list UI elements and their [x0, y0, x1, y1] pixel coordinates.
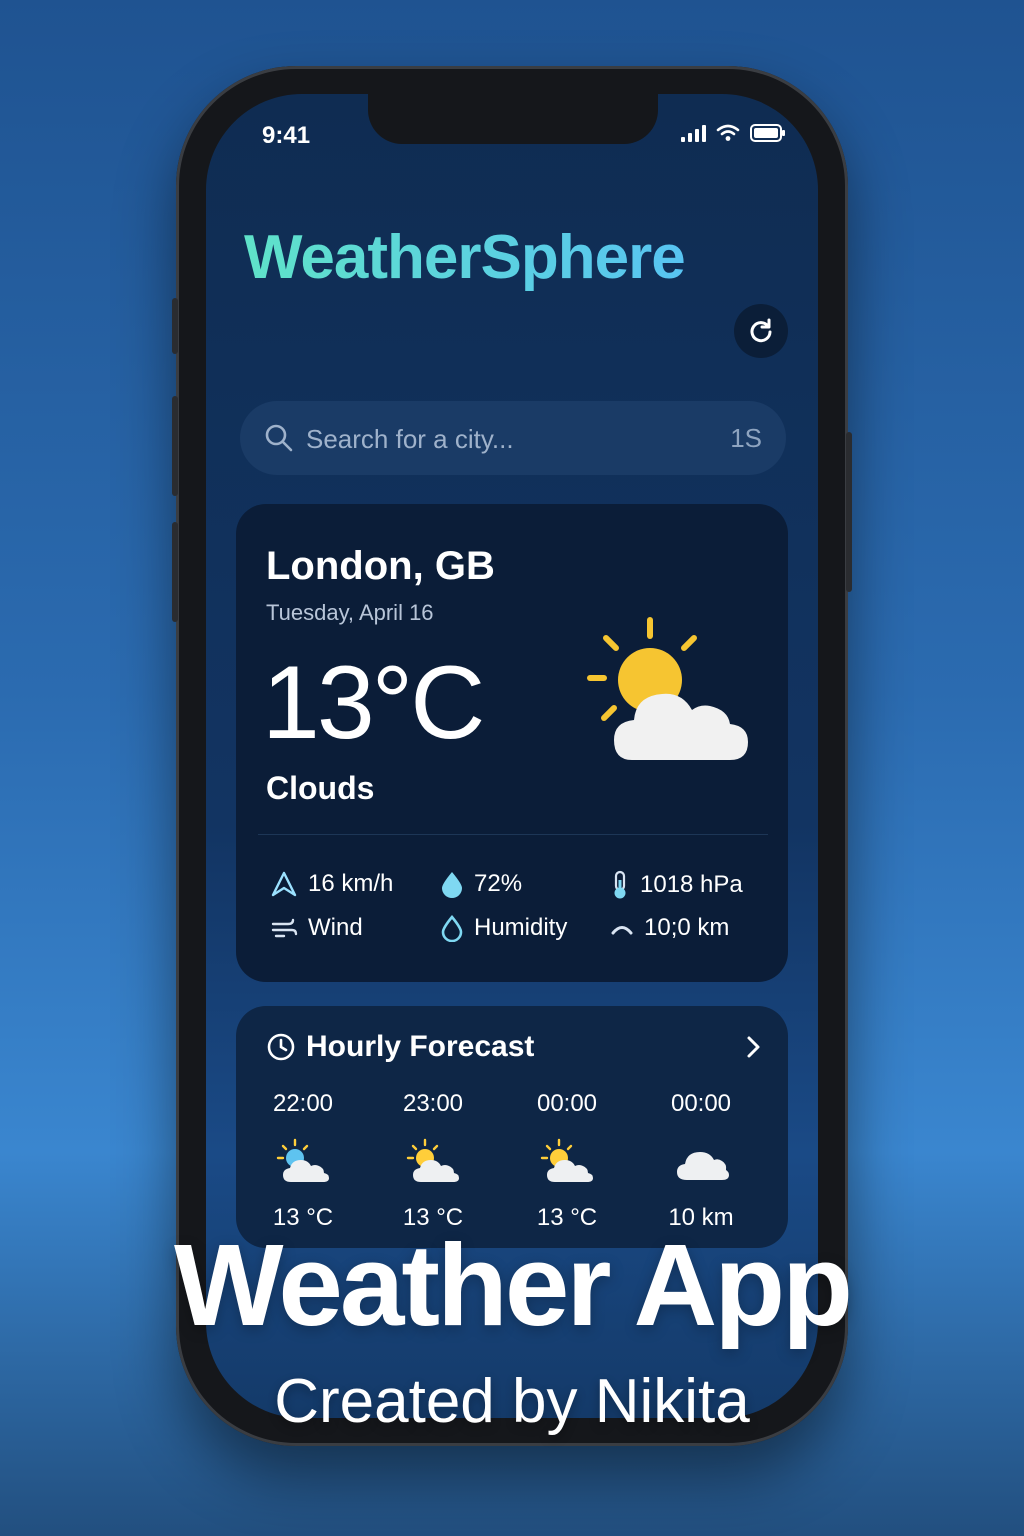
- pressure-metric: 1018 hPa: [610, 870, 743, 900]
- hourly-forecast-card[interactable]: Hourly Forecast 22:00 13 °C 23:00 13 °C …: [236, 1006, 788, 1248]
- search-bar[interactable]: 1S: [240, 401, 786, 475]
- hourly-time: 00:00: [536, 1090, 598, 1117]
- humidity-label-metric: Humidity: [440, 914, 567, 942]
- wifi-icon: [716, 124, 740, 141]
- search-icon: [265, 424, 293, 452]
- status-time: 9:41: [262, 122, 311, 149]
- hourly-time: 23:00: [402, 1090, 464, 1117]
- cloud-icon: [677, 1152, 729, 1180]
- wind-speed-value: 16 km/h: [308, 870, 394, 897]
- visibility-metric: 10;0 km: [610, 914, 729, 942]
- refresh-button[interactable]: [734, 304, 788, 358]
- wind-icon: [271, 918, 298, 938]
- refresh-icon: [750, 318, 772, 343]
- visibility-value: 10;0 km: [644, 914, 730, 941]
- signal-icon: [681, 124, 706, 142]
- promo-subtitle: Created by Nikita: [274, 1367, 750, 1436]
- hourly-time: 22:00: [272, 1090, 334, 1117]
- humidity-drop-icon: [441, 914, 463, 942]
- power-button: [846, 432, 852, 592]
- current-weather-card: London, GB Tuesday, April 16 13°C Clouds: [236, 504, 788, 982]
- wind-speed-metric: 16 km/h: [270, 870, 393, 898]
- partly-cloudy-icon: [406, 1138, 459, 1182]
- hourly-time: 00:00: [670, 1090, 732, 1117]
- search-suffix: 1S: [730, 423, 762, 453]
- visibility-icon: [611, 926, 633, 935]
- clock-icon: [267, 1033, 295, 1061]
- thermometer-icon: [614, 870, 626, 899]
- pressure-value: 1018 hPa: [640, 871, 743, 898]
- partly-cloudy-icon: [276, 1138, 329, 1182]
- volume-up-button: [172, 396, 178, 496]
- notch: [368, 94, 658, 144]
- card-divider: [258, 834, 768, 835]
- city-name: London, GB: [266, 544, 495, 588]
- wind-label-metric: Wind: [270, 914, 363, 942]
- weather-condition: Clouds: [266, 770, 375, 806]
- status-icons: [681, 124, 786, 142]
- hourly-forecast-header: Hourly Forecast: [266, 1030, 534, 1064]
- promo-title: Weather App: [174, 1220, 853, 1350]
- current-temperature: 13°C: [262, 645, 485, 761]
- hourly-forecast-title: Hourly Forecast: [306, 1030, 535, 1063]
- water-drop-icon: [442, 872, 462, 898]
- hourly-item: 00:00 13 °C: [512, 1090, 622, 1232]
- search-input[interactable]: [304, 419, 708, 459]
- battery-icon: [750, 124, 785, 142]
- current-date: Tuesday, April 16: [266, 600, 434, 625]
- volume-down-button: [172, 522, 178, 622]
- partly-cloudy-icon: [540, 1138, 593, 1182]
- partly-cloudy-icon: [587, 617, 748, 760]
- hourly-item: 22:00 13 °C: [248, 1090, 358, 1232]
- chevron-right-icon[interactable]: [740, 1030, 766, 1064]
- wind-direction-icon: [271, 871, 297, 897]
- mute-switch: [172, 298, 178, 354]
- hourly-item: 00:00 10 km: [646, 1090, 756, 1232]
- wind-label: Wind: [308, 914, 363, 941]
- humidity-value: 72%: [474, 870, 523, 897]
- app-title: WeatherSphere: [244, 223, 686, 292]
- hourly-item: 23:00 13 °C: [378, 1090, 488, 1232]
- humidity-label: Humidity: [474, 914, 568, 941]
- humidity-value-metric: 72%: [440, 870, 522, 898]
